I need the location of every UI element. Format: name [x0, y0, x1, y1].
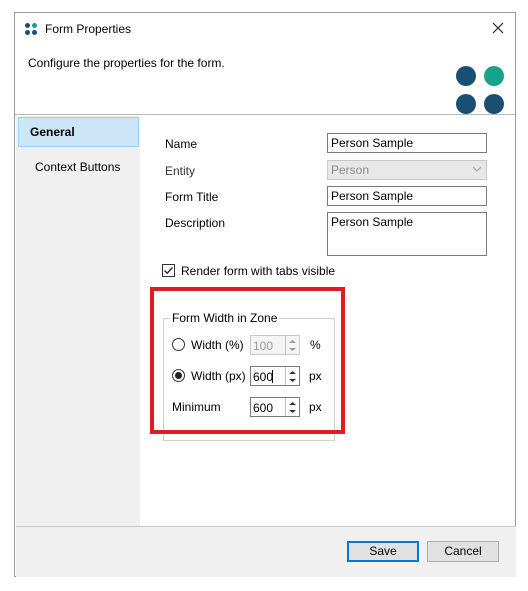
logo-dot-2: [484, 66, 504, 86]
render-tabs-checkbox[interactable]: [162, 264, 175, 277]
description-field[interactable]: Person Sample: [327, 212, 487, 256]
entity-label: Entity: [165, 164, 196, 178]
sidebar-item-context-buttons[interactable]: Context Buttons: [18, 153, 139, 183]
name-label: Name: [165, 137, 198, 151]
chevron-down-icon: [472, 166, 482, 172]
close-icon[interactable]: [489, 19, 507, 37]
header-description: Configure the properties for the form.: [28, 56, 225, 70]
render-tabs-label: Render form with tabs visible: [181, 264, 336, 278]
red-highlight-box: [150, 287, 345, 434]
logo-dot-4: [484, 94, 504, 114]
app-icon: [25, 23, 38, 36]
entity-select[interactable]: Person: [327, 160, 487, 180]
dialog-footer: Save Cancel: [16, 527, 516, 577]
window-title: Form Properties: [45, 22, 132, 36]
title-bar: Form Properties: [15, 13, 515, 45]
logo-dot-3: [456, 94, 476, 114]
sidebar-item-general[interactable]: General: [18, 117, 139, 147]
cancel-button[interactable]: Cancel: [427, 541, 499, 562]
description-label: Description: [165, 216, 226, 230]
dialog-header: Configure the properties for the form.: [15, 45, 515, 115]
name-field[interactable]: Person Sample: [327, 133, 487, 153]
save-button[interactable]: Save: [347, 541, 419, 562]
form-title-field[interactable]: Person Sample: [327, 186, 487, 206]
form-title-label: Form Title: [165, 190, 219, 204]
logo-dot-1: [456, 66, 476, 86]
check-icon: [164, 267, 173, 275]
sidebar: General Context Buttons: [16, 116, 140, 526]
